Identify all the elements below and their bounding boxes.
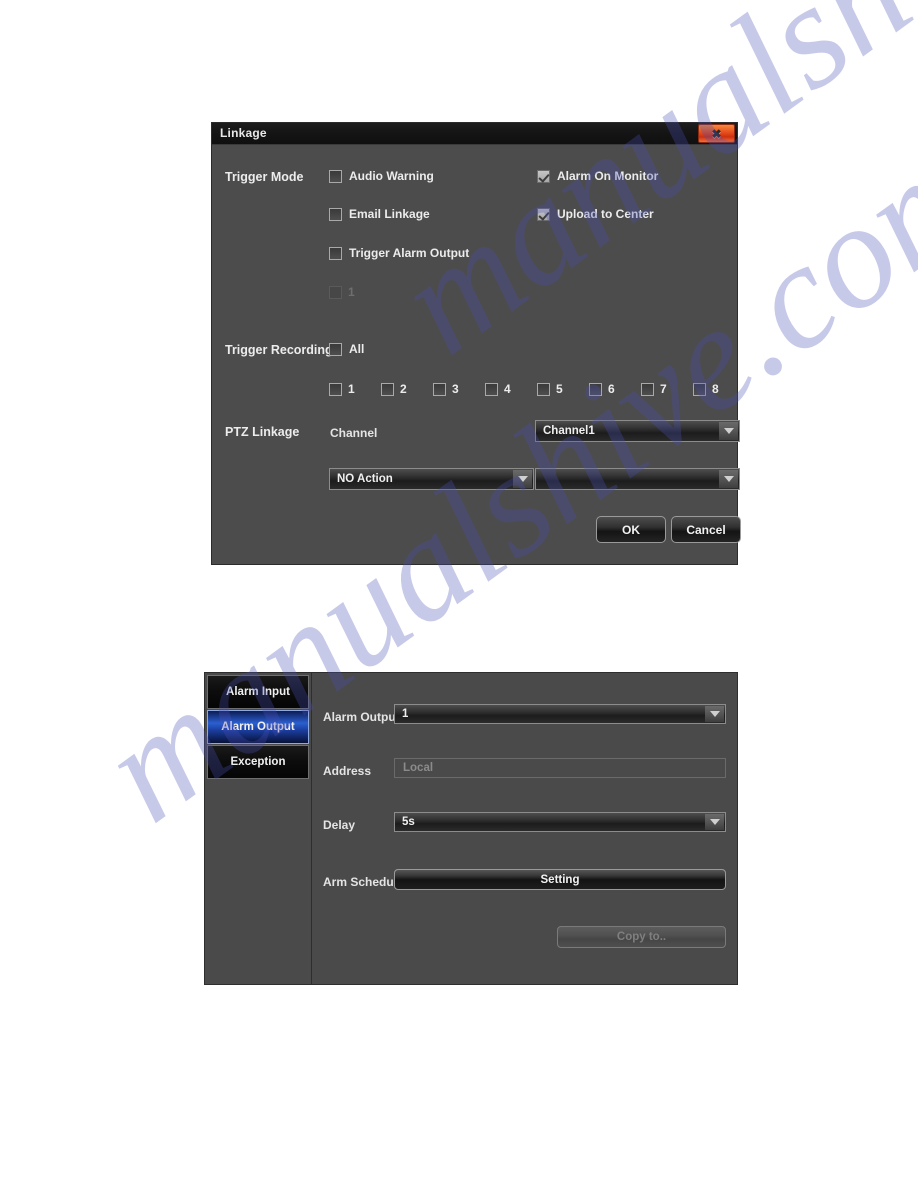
cancel-button[interactable]: Cancel: [671, 516, 741, 543]
checkbox-label: Audio Warning: [349, 169, 434, 183]
address-field: Local: [394, 758, 726, 778]
checkbox-record-channel-5[interactable]: 5: [537, 382, 563, 396]
chevron-down-icon[interactable]: [719, 470, 738, 488]
checkbox-box: [485, 382, 498, 396]
checkbox-label: 6: [608, 382, 615, 396]
checkbox-box: [537, 382, 550, 396]
checkbox-label: 2: [400, 382, 407, 396]
checkbox-audio-warning[interactable]: Audio Warning: [329, 169, 434, 183]
checkbox-label: 4: [504, 382, 511, 396]
delay-value: 5s: [402, 816, 415, 828]
arm-schedule-setting-button[interactable]: Setting: [394, 869, 726, 890]
checkbox-box: [329, 169, 342, 183]
checkbox-label: 1: [348, 285, 355, 299]
checkbox-box: [693, 382, 706, 396]
checkbox-email-linkage[interactable]: Email Linkage: [329, 207, 430, 221]
checkbox-box: [329, 382, 342, 396]
address-value: Local: [403, 762, 434, 774]
chevron-down-icon[interactable]: [513, 470, 532, 488]
checkbox-alarm-output-1: 1: [329, 285, 355, 299]
checkbox-label: 7: [660, 382, 667, 396]
checkbox-box: [329, 342, 342, 356]
ptz-preset-dropdown[interactable]: [535, 468, 740, 490]
address-label: Address: [323, 764, 372, 778]
alarm-output-value: 1: [402, 708, 409, 720]
linkage-dialog: Linkage ✖ Trigger Mode Audio Warning Ala…: [211, 122, 741, 565]
checkbox-trigger-alarm-output[interactable]: Trigger Alarm Output: [329, 246, 469, 260]
delay-dropdown[interactable]: 5s: [394, 812, 726, 832]
ptz-action-dropdown[interactable]: NO Action: [329, 468, 534, 490]
arm-schedule-label: Arm Schedule: [323, 875, 404, 889]
chevron-down-icon[interactable]: [705, 706, 724, 722]
checkbox-box: [537, 169, 550, 183]
trigger-recording-label: Trigger Recording: [225, 343, 333, 357]
chevron-down-icon[interactable]: [705, 814, 724, 830]
checkbox-label: 1: [348, 382, 355, 396]
copy-to-button: Copy to..: [557, 926, 726, 948]
ptz-channel-value: Channel1: [543, 425, 595, 437]
checkbox-record-channel-4[interactable]: 4: [485, 382, 511, 396]
ptz-channel-label: Channel: [330, 426, 378, 440]
dialog-titlebar: Linkage ✖: [212, 123, 737, 145]
checkbox-label: Trigger Alarm Output: [349, 246, 470, 260]
alarm-output-panel: Alarm Input Alarm Output Exception Alarm…: [204, 672, 738, 985]
delay-label: Delay: [323, 818, 356, 832]
ptz-linkage-label: PTZ Linkage: [225, 425, 300, 439]
checkbox-box: [641, 382, 654, 396]
ptz-action-value: NO Action: [337, 473, 393, 485]
alarm-panel-content: Alarm Output 1 Address Local Delay 5s Ar…: [312, 673, 737, 984]
alarm-panel-sidebar: Alarm Input Alarm Output Exception: [205, 673, 312, 984]
checkbox-record-channel-6[interactable]: 6: [589, 382, 615, 396]
tab-alarm-input[interactable]: Alarm Input: [207, 675, 309, 709]
checkbox-box: [329, 246, 342, 260]
checkbox-label: Alarm On Monitor: [557, 169, 659, 183]
checkbox-record-channel-2[interactable]: 2: [381, 382, 407, 396]
checkbox-box: [589, 382, 602, 396]
checkbox-label: 8: [712, 382, 719, 396]
tab-alarm-output[interactable]: Alarm Output: [207, 710, 309, 744]
checkbox-box: [537, 207, 550, 221]
checkbox-box: [329, 285, 342, 299]
chevron-down-icon[interactable]: [719, 422, 738, 440]
checkbox-alarm-on-monitor[interactable]: Alarm On Monitor: [537, 169, 658, 183]
checkbox-label: All: [349, 342, 365, 356]
dialog-title: Linkage: [220, 126, 267, 140]
checkbox-trigger-recording-all[interactable]: All: [329, 342, 364, 356]
close-icon-glyph: ✖: [711, 126, 722, 141]
checkbox-box: [381, 382, 394, 396]
checkbox-label: 3: [452, 382, 459, 396]
tab-exception[interactable]: Exception: [207, 745, 309, 779]
checkbox-record-channel-7[interactable]: 7: [641, 382, 667, 396]
checkbox-record-channel-1[interactable]: 1: [329, 382, 355, 396]
alarm-output-label: Alarm Output: [323, 710, 400, 724]
checkbox-box: [329, 207, 342, 221]
close-icon[interactable]: ✖: [698, 124, 735, 143]
ptz-channel-dropdown[interactable]: Channel1: [535, 420, 740, 442]
checkbox-label: 5: [556, 382, 563, 396]
alarm-output-dropdown[interactable]: 1: [394, 704, 726, 724]
checkbox-label: Upload to Center: [557, 207, 654, 221]
checkbox-label: Email Linkage: [349, 207, 430, 221]
checkbox-upload-to-center[interactable]: Upload to Center: [537, 207, 654, 221]
checkbox-box: [433, 382, 446, 396]
checkbox-record-channel-3[interactable]: 3: [433, 382, 459, 396]
trigger-mode-label: Trigger Mode: [225, 170, 304, 184]
ok-button[interactable]: OK: [596, 516, 666, 543]
checkbox-record-channel-8[interactable]: 8: [693, 382, 719, 396]
